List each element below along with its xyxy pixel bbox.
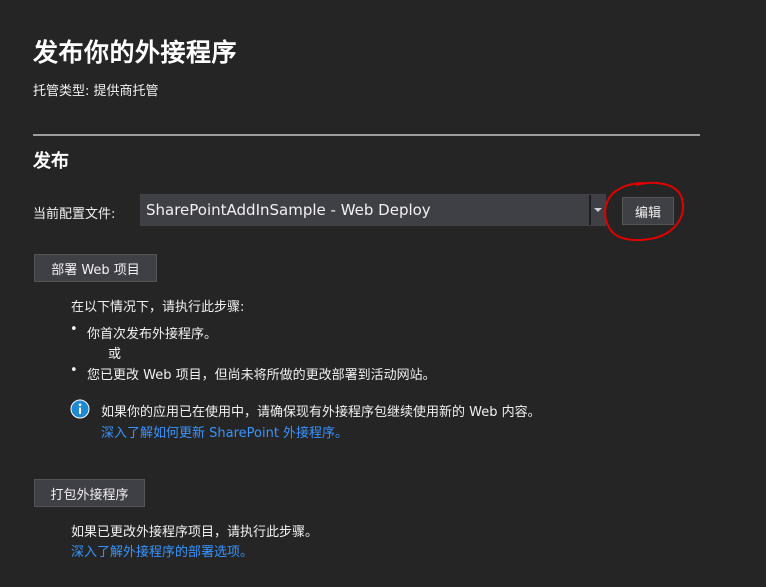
- deploy-web-project-button[interactable]: 部署 Web 项目: [34, 254, 157, 282]
- info-icon: [70, 399, 90, 419]
- profile-select[interactable]: SharePointAddInSample - Web Deploy: [140, 194, 606, 226]
- package-addin-button[interactable]: 打包外接程序: [34, 479, 145, 507]
- hosting-type-label: 托管类型: 提供商托管: [33, 84, 159, 99]
- profile-select-value: SharePointAddInSample - Web Deploy: [146, 201, 431, 219]
- publish-section-title: 发布: [33, 151, 69, 172]
- section-divider: [33, 134, 700, 136]
- deploy-bullet-first-publish: 你首次发布外接程序。: [87, 327, 218, 342]
- chevron-down-icon[interactable]: [591, 195, 605, 225]
- page-title: 发布你的外接程序: [33, 38, 238, 67]
- current-profile-label: 当前配置文件:: [33, 207, 116, 222]
- package-description: 如果已更改外接程序项目，请执行此步骤。: [71, 525, 319, 540]
- or-text: 或: [108, 347, 122, 362]
- deployment-options-link[interactable]: 深入了解外接程序的部署选项。: [71, 541, 253, 560]
- bullet-icon: •: [70, 322, 78, 337]
- publish-addin-page: 发布你的外接程序 托管类型: 提供商托管 发布 当前配置文件: SharePoi…: [0, 0, 766, 587]
- edit-profile-button[interactable]: 编辑: [622, 197, 674, 225]
- deploy-intro-text: 在以下情况下，请执行此步骤:: [71, 300, 245, 315]
- update-sharepoint-addin-link[interactable]: 深入了解如何更新 SharePoint 外接程序。: [101, 422, 348, 441]
- info-message: 如果你的应用已在使用中，请确保现有外接程序包继续使用新的 Web 内容。: [101, 405, 541, 420]
- bullet-icon: •: [70, 363, 78, 378]
- deploy-bullet-changed-web: 您已更改 Web 项目，但尚未将所做的更改部署到活动网站。: [87, 368, 436, 383]
